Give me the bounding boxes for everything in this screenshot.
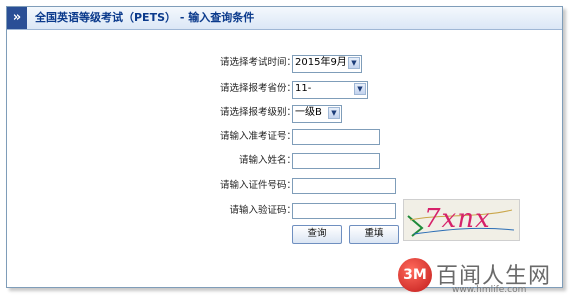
title-bar: » 全国英语等级考试（PETS） - 输入查询条件 — [7, 7, 562, 30]
exam-time-select[interactable]: 2015年9月 ▼ — [292, 55, 362, 73]
query-panel: » 全国英语等级考试（PETS） - 输入查询条件 — [6, 6, 563, 288]
admission-no-label: 请输入准考证号： — [219, 131, 296, 142]
name-label: 请输入姓名： — [238, 155, 296, 166]
chevron-right-icon: » — [7, 7, 27, 29]
province-select[interactable]: 11- ▼ — [292, 81, 368, 99]
exam-time-label: 请选择考试时间： — [219, 57, 296, 68]
captcha-input[interactable] — [292, 203, 396, 219]
level-value: 一级B — [295, 107, 322, 118]
chevron-down-icon[interactable]: ▼ — [354, 83, 366, 95]
name-input[interactable] — [292, 153, 380, 169]
page-title: 全国英语等级考试（PETS） - 输入查询条件 — [35, 11, 255, 24]
level-select[interactable]: 一级B ▼ — [292, 105, 342, 123]
id-no-input[interactable] — [292, 178, 396, 194]
level-label: 请选择报考级别： — [219, 107, 296, 118]
province-value: 11- — [295, 83, 312, 94]
captcha-text: 7xnx — [424, 204, 491, 234]
chevron-down-icon[interactable]: ▼ — [328, 107, 340, 119]
watermark-logo: 3M — [398, 258, 432, 292]
exam-time-value: 2015年9月 — [295, 57, 347, 68]
watermark-url: www.hmlife.com — [452, 285, 527, 295]
query-button[interactable]: 查询 — [292, 225, 342, 244]
admission-no-input[interactable] — [292, 129, 380, 145]
chevron-down-icon[interactable]: ▼ — [348, 57, 360, 69]
province-label: 请选择报考省份： — [219, 83, 296, 94]
captcha-image[interactable]: 7xnx — [403, 199, 520, 241]
captcha-label: 请输入验证码： — [229, 205, 296, 216]
id-no-label: 请输入证件号码： — [219, 180, 296, 191]
reset-button[interactable]: 重填 — [349, 225, 399, 244]
